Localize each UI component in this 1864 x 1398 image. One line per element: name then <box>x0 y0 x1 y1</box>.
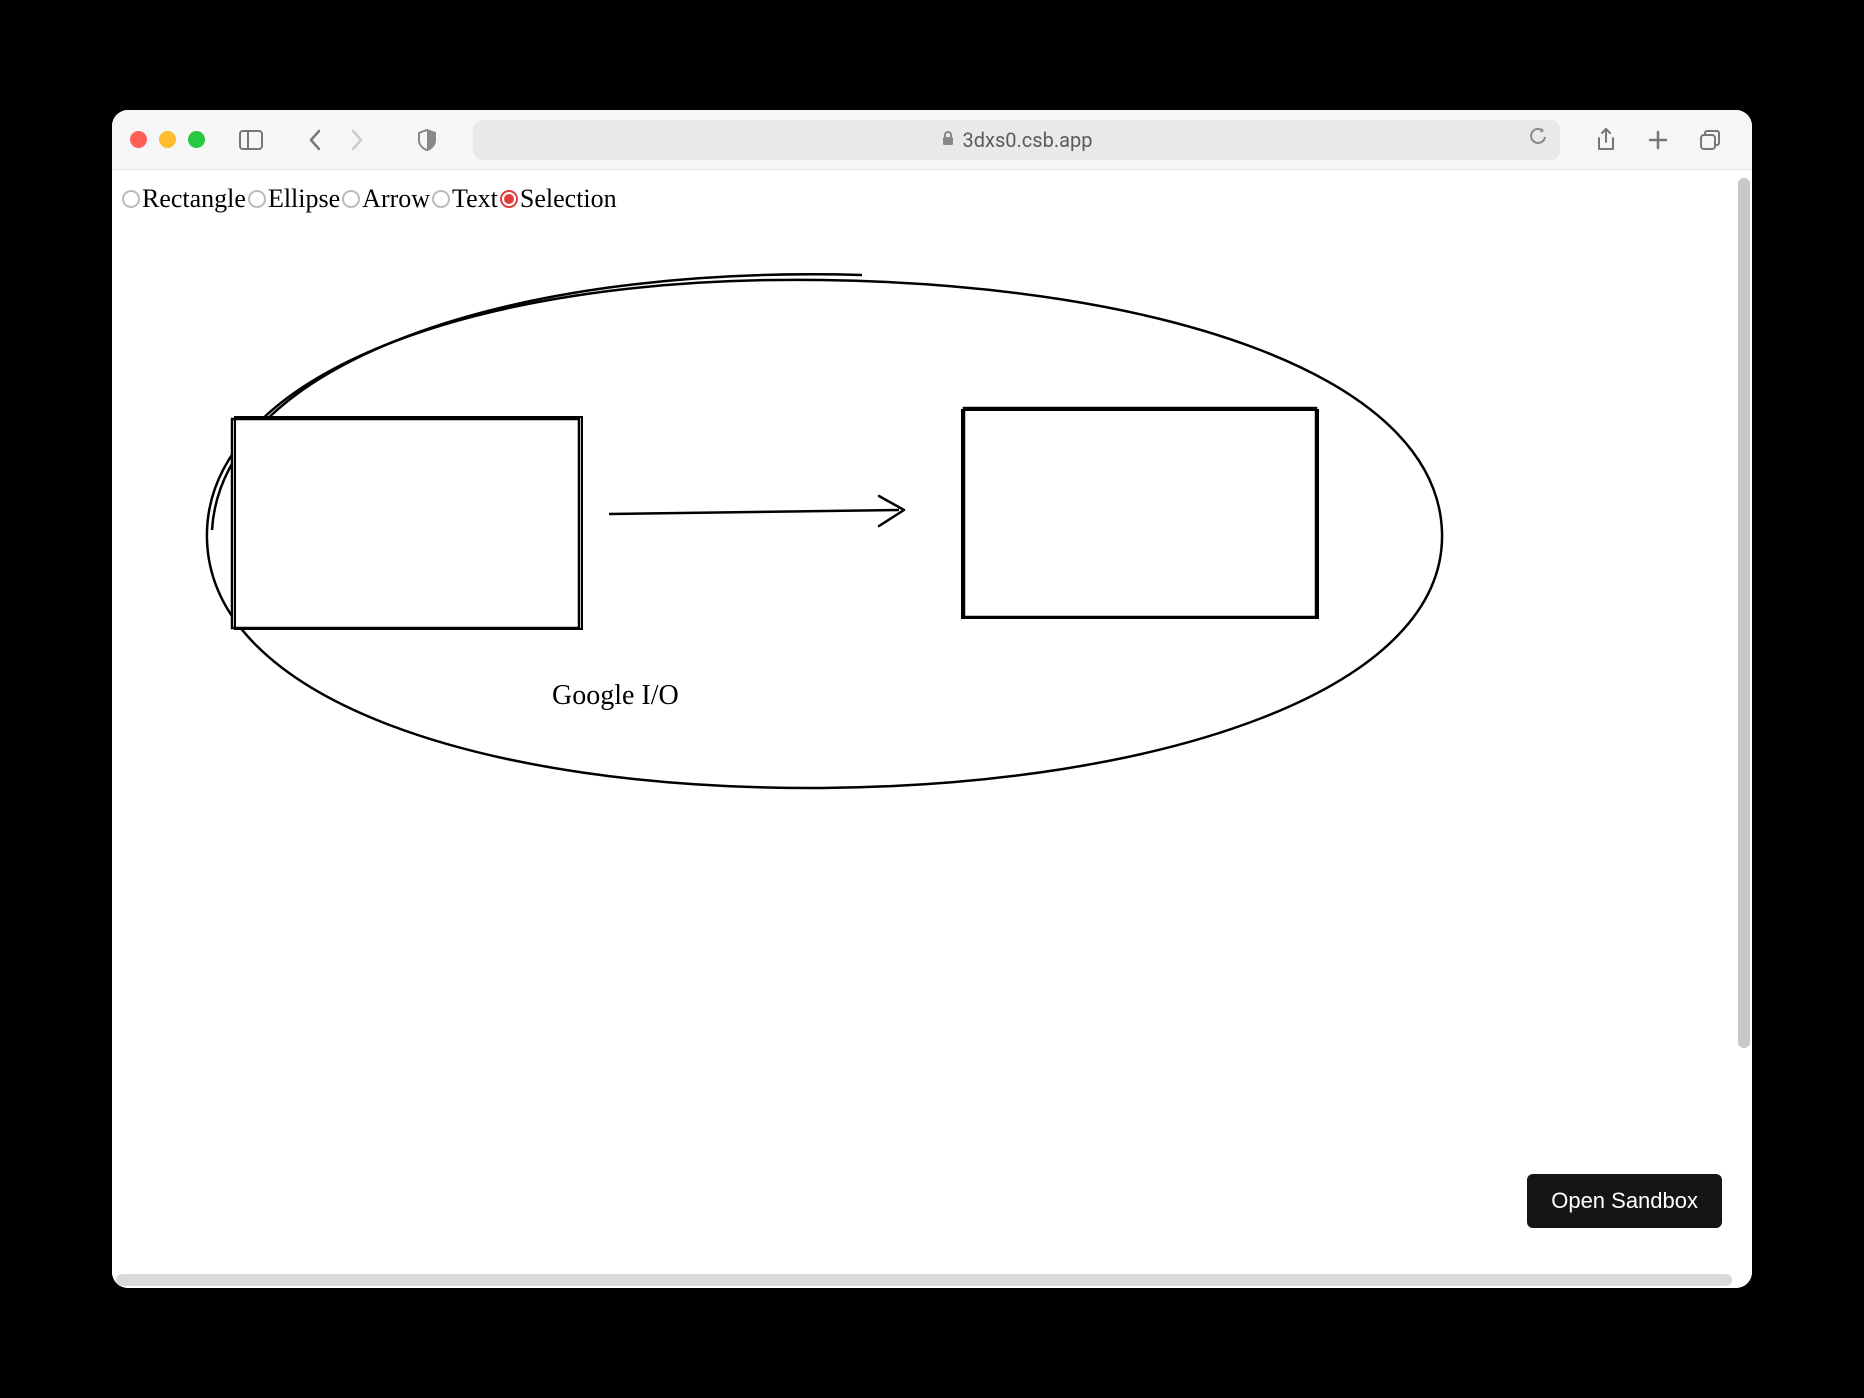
tabs-overview-icon[interactable] <box>1694 124 1726 156</box>
tool-ellipse[interactable]: Ellipse <box>248 184 340 214</box>
sidebar-toggle-icon[interactable] <box>235 124 267 156</box>
back-button[interactable] <box>299 124 331 156</box>
open-sandbox-button[interactable]: Open Sandbox <box>1527 1174 1722 1228</box>
tool-text[interactable]: Text <box>432 184 498 214</box>
radio-icon <box>122 190 140 208</box>
maximize-window-button[interactable] <box>188 131 205 148</box>
horizontal-scrollbar[interactable] <box>116 1274 1732 1286</box>
tool-label: Rectangle <box>142 184 246 214</box>
url-text: 3dxs0.csb.app <box>963 128 1093 152</box>
tool-selection[interactable]: Selection <box>500 184 617 214</box>
radio-icon <box>248 190 266 208</box>
lock-icon <box>941 130 955 150</box>
tool-selector: Rectangle Ellipse Arrow Text Selection <box>112 170 1752 228</box>
address-bar[interactable]: 3dxs0.csb.app <box>473 120 1560 160</box>
arrow-shape[interactable] <box>604 492 924 532</box>
radio-icon <box>342 190 360 208</box>
forward-button[interactable] <box>341 124 373 156</box>
new-tab-icon[interactable] <box>1642 124 1674 156</box>
vertical-scrollbar[interactable] <box>1738 178 1750 1048</box>
share-icon[interactable] <box>1590 124 1622 156</box>
tool-label: Selection <box>520 184 617 214</box>
tool-rectangle[interactable]: Rectangle <box>122 184 246 214</box>
privacy-shield-icon[interactable] <box>411 124 443 156</box>
close-window-button[interactable] <box>130 131 147 148</box>
tool-label: Ellipse <box>268 184 340 214</box>
rectangle-shape[interactable] <box>960 404 1322 622</box>
browser-window: 3dxs0.csb.app <box>112 110 1752 1288</box>
tool-label: Arrow <box>362 184 430 214</box>
radio-icon <box>500 190 518 208</box>
page-content: Rectangle Ellipse Arrow Text Selection <box>112 170 1752 1288</box>
rectangle-shape[interactable] <box>230 415 585 633</box>
tool-label: Text <box>452 184 498 214</box>
window-controls <box>130 131 205 148</box>
minimize-window-button[interactable] <box>159 131 176 148</box>
drawing-canvas[interactable]: Google I/O <box>112 230 1752 1288</box>
tool-arrow[interactable]: Arrow <box>342 184 430 214</box>
radio-icon <box>432 190 450 208</box>
reload-icon[interactable] <box>1528 127 1548 152</box>
browser-titlebar: 3dxs0.csb.app <box>112 110 1752 170</box>
text-shape[interactable]: Google I/O <box>552 680 679 712</box>
